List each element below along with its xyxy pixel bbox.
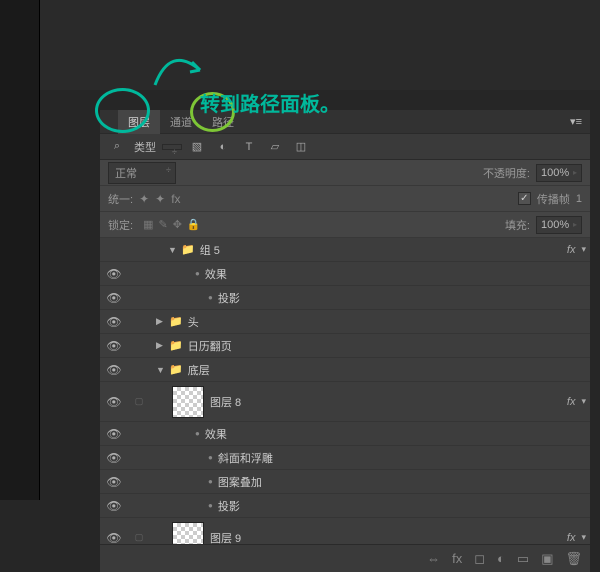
blend-mode-select[interactable]: 正常	[108, 162, 176, 184]
fill-value[interactable]: 100%	[536, 216, 582, 234]
fx-badge[interactable]: fx	[567, 396, 576, 408]
propagate-label: 传播帧	[537, 191, 570, 207]
unify-row: 统一: ✦ ✦ fx ✓ 传播帧 1	[100, 186, 590, 212]
effect-dot-icon: ●	[208, 293, 213, 302]
lock-position-icon[interactable]: ✥	[173, 218, 182, 231]
filter-pixel-icon[interactable]: ▧	[186, 137, 208, 157]
layer-label: 效果	[205, 266, 227, 282]
layer-thumbnail[interactable]	[172, 386, 204, 418]
layer-8-shadow[interactable]: 👁 ● 投影	[100, 494, 590, 518]
propagate-value: 1	[576, 193, 582, 205]
visibility-icon[interactable]: 👁	[106, 395, 121, 409]
unify-visibility-icon[interactable]: ✦	[155, 192, 165, 206]
folder-icon: 📁	[169, 315, 183, 328]
layer-base-group[interactable]: 👁 ▼ 📁 底层	[100, 358, 590, 382]
filter-type-label: 类型	[134, 139, 156, 155]
chevron-right-icon[interactable]: ▶	[156, 316, 166, 327]
panel-menu-icon[interactable]: ▾≡	[562, 115, 590, 128]
workspace-bg	[40, 0, 600, 90]
layer-effects[interactable]: 👁 ● 效果	[100, 262, 590, 286]
unify-style-icon[interactable]: fx	[171, 192, 180, 206]
filter-adjust-icon[interactable]: ◐	[212, 137, 234, 157]
lock-all-icon[interactable]: 🔒	[187, 218, 201, 231]
visibility-icon[interactable]: 👁	[106, 451, 121, 465]
layer-dropshadow[interactable]: 👁 ● 投影	[100, 286, 590, 310]
visibility-icon[interactable]: 👁	[106, 363, 121, 377]
search-icon[interactable]: ⌕	[106, 137, 128, 157]
propagate-checkbox[interactable]: ✓	[518, 192, 531, 205]
layers-panel: 图层 通道 路径 ▾≡ ⌕ 类型 ▧ ◐ T ▱ ◫ 正常 不透明度: 100%…	[100, 110, 590, 572]
fx-icon[interactable]: fx	[452, 551, 462, 566]
layer-label: 投影	[218, 290, 240, 306]
visibility-icon[interactable]: 👁	[106, 427, 121, 441]
visibility-icon[interactable]: 👁	[106, 291, 121, 305]
annotation-arrow	[145, 40, 215, 95]
layer-label: 图案叠加	[218, 474, 262, 490]
folder-icon: 📁	[169, 339, 183, 352]
visibility-icon[interactable]: 👁	[106, 499, 121, 513]
layer-label: 效果	[205, 426, 227, 442]
panel-tabs: 图层 通道 路径 ▾≡	[100, 110, 590, 134]
blend-row: 正常 不透明度: 100%	[100, 160, 590, 186]
layers-tree: ▼ 📁 组 5 fx▾ 👁 ● 效果 👁 ● 投影 👁 ▶ 📁 头 👁 ▶ 📁 …	[100, 238, 590, 570]
folder-icon: 📁	[169, 363, 183, 376]
visibility-icon[interactable]: 👁	[106, 315, 121, 329]
panel-bottom-bar: ⇔ fx ◻ ◐ ▭ ▣ 🗑	[100, 544, 590, 572]
fx-badge[interactable]: fx	[567, 532, 576, 544]
effect-dot-icon: ●	[195, 429, 200, 438]
filter-type-select[interactable]	[162, 144, 182, 150]
fx-badge[interactable]: fx	[567, 244, 576, 256]
delete-icon[interactable]: 🗑	[565, 551, 582, 567]
layer-label: 投影	[218, 498, 240, 514]
lock-row: 锁定: ▦ ✎ ✥ 🔒 填充: 100%	[100, 212, 590, 238]
filter-shape-icon[interactable]: ▱	[264, 137, 286, 157]
unify-label: 统一:	[108, 191, 133, 207]
layer-label: 底层	[188, 362, 210, 378]
lock-transparent-icon[interactable]: ▦	[143, 218, 153, 231]
layer-label: 组 5	[200, 242, 220, 258]
layer-label: 图层 8	[210, 394, 241, 410]
layer-group5[interactable]: ▼ 📁 组 5 fx▾	[100, 238, 590, 262]
filter-smart-icon[interactable]: ◫	[290, 137, 312, 157]
mask-icon[interactable]: ◻	[474, 551, 485, 567]
layer-head-group[interactable]: 👁 ▶ 📁 头	[100, 310, 590, 334]
layer-label: 日历翻页	[188, 338, 232, 354]
chevron-right-icon[interactable]: ▶	[156, 340, 166, 351]
annotation-text: 转到路径面板。	[200, 88, 340, 117]
layer-label: 头	[188, 314, 199, 330]
visibility-icon[interactable]: 👁	[106, 475, 121, 489]
effect-dot-icon: ●	[195, 269, 200, 278]
new-layer-icon[interactable]: ▣	[541, 551, 553, 567]
adjustment-icon[interactable]: ◐	[497, 551, 505, 566]
layer-label: 斜面和浮雕	[218, 450, 273, 466]
layer-8[interactable]: 👁▢ 图层 8 fx▾	[100, 382, 590, 422]
visibility-icon[interactable]: 👁	[106, 531, 121, 545]
chevron-down-icon[interactable]: ▼	[156, 365, 166, 375]
chevron-down-icon[interactable]: ▼	[168, 245, 178, 255]
canvas-area	[0, 0, 40, 500]
effect-dot-icon: ●	[208, 501, 213, 510]
layer-8-pattern[interactable]: 👁 ● 图案叠加	[100, 470, 590, 494]
layer-8-bevel[interactable]: 👁 ● 斜面和浮雕	[100, 446, 590, 470]
annotation-circle-layers	[95, 88, 150, 133]
effect-dot-icon: ●	[208, 477, 213, 486]
group-icon[interactable]: ▭	[517, 551, 529, 567]
fill-label: 填充:	[505, 217, 530, 233]
folder-icon: 📁	[181, 243, 195, 256]
layer-8-effects[interactable]: 👁 ● 效果	[100, 422, 590, 446]
lock-label: 锁定:	[108, 217, 133, 233]
visibility-icon[interactable]: 👁	[106, 267, 121, 281]
opacity-value[interactable]: 100%	[536, 164, 582, 182]
opacity-label: 不透明度:	[483, 165, 530, 181]
effect-dot-icon: ●	[208, 453, 213, 462]
filter-toolbar: ⌕ 类型 ▧ ◐ T ▱ ◫	[100, 134, 590, 160]
visibility-icon[interactable]: 👁	[106, 339, 121, 353]
layer-calendar-group[interactable]: 👁 ▶ 📁 日历翻页	[100, 334, 590, 358]
lock-pixels-icon[interactable]: ✎	[158, 218, 167, 231]
link-icon[interactable]: ⇔	[427, 551, 440, 566]
unify-position-icon[interactable]: ✦	[139, 192, 149, 206]
filter-text-icon[interactable]: T	[238, 137, 260, 157]
